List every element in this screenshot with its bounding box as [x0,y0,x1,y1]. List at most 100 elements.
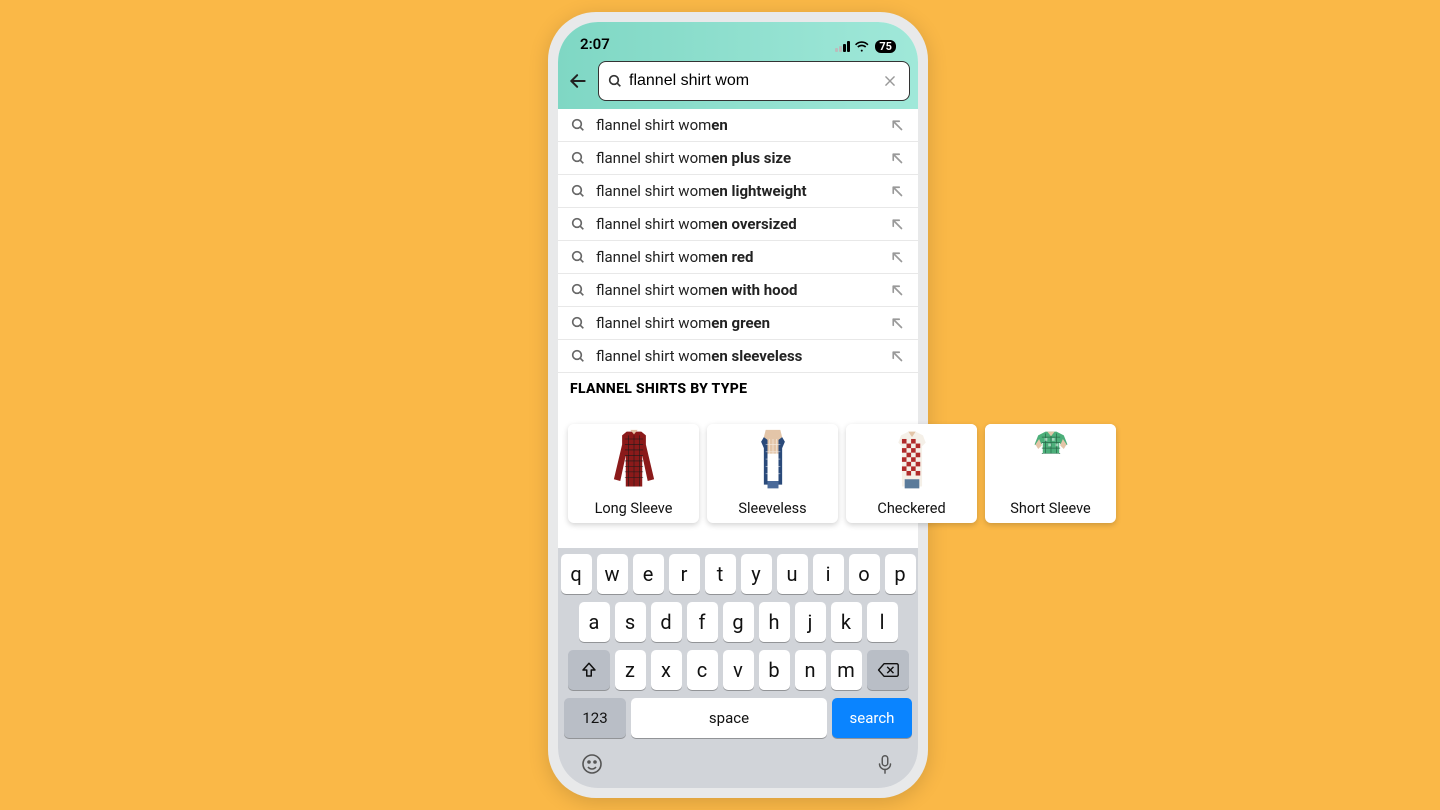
key-o[interactable]: o [849,554,880,594]
suggestion-row[interactable]: flannel shirt women red [558,241,918,274]
checkered-shirt-icon [884,428,940,492]
keyboard-row-2: a s d f g h j k l [562,602,914,642]
keyboard: q w e r t y u i o p a s d f g h j k l [558,548,918,788]
insert-arrow-icon[interactable] [888,215,906,233]
phone-screen: 2:07 75 [558,22,918,788]
search-input-container[interactable] [598,61,910,101]
insert-arrow-icon[interactable] [888,116,906,134]
key-u[interactable]: u [777,554,808,594]
card-image [707,424,838,496]
insert-arrow-icon[interactable] [888,248,906,266]
suggestion-row[interactable]: flannel shirt women lightweight [558,175,918,208]
suggestion-text: flannel shirt women oversized [596,215,878,233]
key-t[interactable]: t [705,554,736,594]
key-d[interactable]: d [651,602,682,642]
suggestion-text: flannel shirt women sleeveless [596,347,878,365]
card-image [568,424,699,496]
keyboard-row-4: 123 space search [562,698,914,738]
key-c[interactable]: c [687,650,718,690]
signal-icon [835,41,850,52]
card-label: Long Sleeve [568,496,699,523]
key-a[interactable]: a [579,602,610,642]
suggestion-row[interactable]: flannel shirt women plus size [558,142,918,175]
battery-indicator: 75 [875,40,896,53]
type-card-long-sleeve[interactable]: Long Sleeve [568,424,699,523]
key-p[interactable]: p [885,554,916,594]
insert-arrow-icon[interactable] [888,149,906,167]
shift-icon [580,661,598,679]
insert-arrow-icon[interactable] [888,314,906,332]
key-s[interactable]: s [615,602,646,642]
sleeveless-shirt-icon [745,428,801,492]
search-input[interactable] [629,72,873,90]
key-z[interactable]: z [615,650,646,690]
search-icon [607,73,623,89]
keyboard-row-1: q w e r t y u i o p [562,554,914,594]
type-card-sleeveless[interactable]: Sleeveless [707,424,838,523]
arrow-left-icon [568,71,588,91]
status-right: 75 [835,40,896,53]
key-v[interactable]: v [723,650,754,690]
suggestion-text: flannel shirt women green [596,314,878,332]
key-q[interactable]: q [561,554,592,594]
key-shift[interactable] [568,650,610,690]
keyboard-row-3: z x c v b n m [562,650,914,690]
key-l[interactable]: l [867,602,898,642]
type-card-short-sleeve[interactable]: Short Sleeve [985,424,1116,523]
back-button[interactable] [566,69,590,93]
search-icon [570,117,586,133]
key-y[interactable]: y [741,554,772,594]
insert-arrow-icon[interactable] [888,347,906,365]
key-backspace[interactable] [867,650,909,690]
suggestion-row[interactable]: flannel shirt women with hood [558,274,918,307]
key-k[interactable]: k [831,602,862,642]
search-icon [570,282,586,298]
key-space[interactable]: space [631,698,827,738]
keyboard-bottom-row [562,746,914,782]
key-123[interactable]: 123 [564,698,626,738]
mic-icon[interactable] [874,752,896,776]
short-sleeve-shirt-icon [1023,428,1079,492]
card-label: Sleeveless [707,496,838,523]
suggestion-row[interactable]: flannel shirt women green [558,307,918,340]
search-icon [570,216,586,232]
status-bar: 2:07 75 [558,22,918,55]
key-x[interactable]: x [651,650,682,690]
status-time: 2:07 [580,35,610,53]
search-icon [570,249,586,265]
key-g[interactable]: g [723,602,754,642]
insert-arrow-icon[interactable] [888,281,906,299]
key-b[interactable]: b [759,650,790,690]
card-image [985,424,1116,496]
long-sleeve-shirt-icon [606,428,662,492]
backspace-icon [877,661,899,679]
types-header: FLANNEL SHIRTS BY TYPE [558,373,918,401]
card-image [846,424,977,496]
key-n[interactable]: n [795,650,826,690]
suggestion-row[interactable]: flannel shirt women oversized [558,208,918,241]
key-i[interactable]: i [813,554,844,594]
card-label: Checkered [846,496,977,523]
suggestion-text: flannel shirt women with hood [596,281,878,299]
clear-search-button[interactable] [879,70,901,92]
type-cards: Long Sleeve Sleeveless [568,424,1116,523]
key-w[interactable]: w [597,554,628,594]
card-label: Short Sleeve [985,496,1116,523]
suggestion-text: flannel shirt women red [596,248,878,266]
key-f[interactable]: f [687,602,718,642]
key-h[interactable]: h [759,602,790,642]
key-j[interactable]: j [795,602,826,642]
close-icon [883,74,897,88]
key-m[interactable]: m [831,650,862,690]
key-e[interactable]: e [633,554,664,594]
insert-arrow-icon[interactable] [888,182,906,200]
type-card-checkered[interactable]: Checkered [846,424,977,523]
suggestion-row[interactable]: flannel shirt women sleeveless [558,340,918,373]
suggestion-row[interactable]: flannel shirt women [558,109,918,142]
suggestion-text: flannel shirt women plus size [596,149,878,167]
key-search[interactable]: search [832,698,912,738]
search-bar-row [558,55,918,109]
search-icon [570,348,586,364]
emoji-icon[interactable] [580,752,604,776]
key-r[interactable]: r [669,554,700,594]
